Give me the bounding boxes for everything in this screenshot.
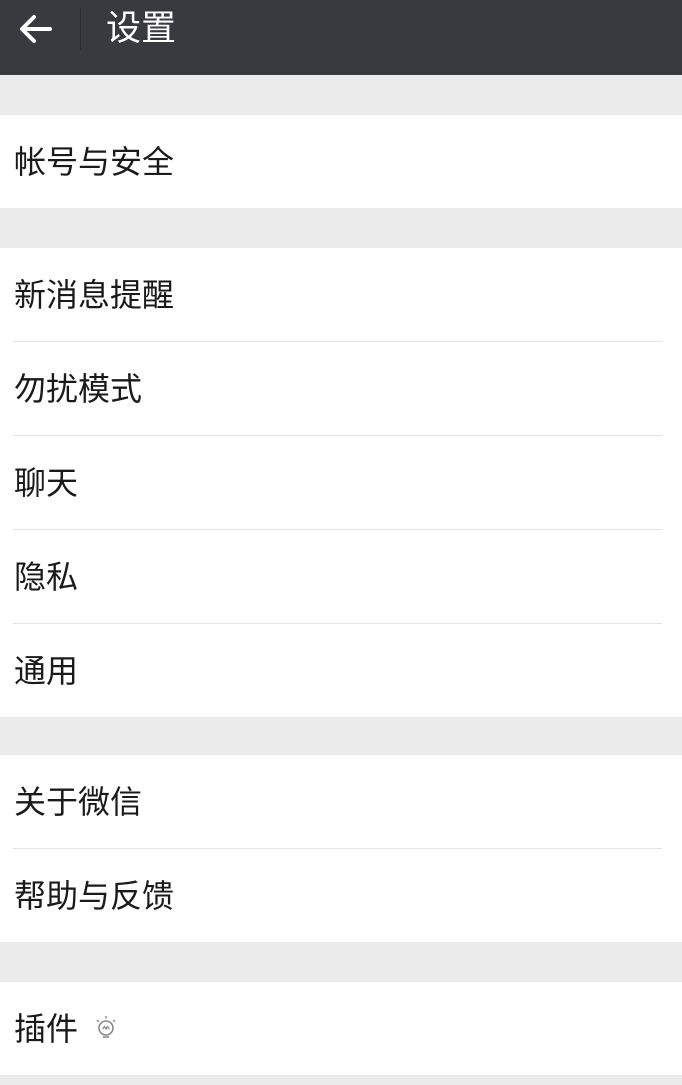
back-button[interactable]: [0, 0, 70, 58]
settings-item-about[interactable]: 关于微信: [0, 755, 682, 848]
settings-group-plugins: 插件: [0, 982, 682, 1075]
settings-item-label: 帮助与反馈: [14, 876, 175, 915]
settings-item-label: 帐号与安全: [14, 142, 175, 181]
lightbulb-icon: [94, 1015, 118, 1043]
settings-group-main: 新消息提醒 勿扰模式 聊天 隐私 通用: [0, 248, 682, 717]
settings-item-new-message-alerts[interactable]: 新消息提醒: [0, 248, 682, 341]
settings-item-label: 关于微信: [14, 782, 143, 821]
settings-item-label: 插件: [14, 1009, 79, 1048]
settings-item-privacy[interactable]: 隐私: [13, 529, 662, 623]
top-bar: 设置: [0, 0, 682, 75]
settings-group-about: 关于微信 帮助与反馈: [0, 755, 682, 942]
settings-item-general[interactable]: 通用: [13, 623, 662, 717]
settings-item-plugins[interactable]: 插件: [0, 982, 682, 1075]
settings-item-chat[interactable]: 聊天: [13, 435, 662, 529]
settings-item-label: 勿扰模式: [14, 369, 143, 408]
back-arrow-icon: [18, 14, 52, 44]
settings-item-label: 通用: [14, 651, 79, 690]
settings-item-label: 隐私: [14, 557, 79, 596]
settings-group-account: 帐号与安全: [0, 115, 682, 208]
settings-item-account-security[interactable]: 帐号与安全: [0, 115, 682, 208]
settings-item-label: 新消息提醒: [14, 275, 175, 314]
page-title: 设置: [106, 9, 177, 49]
header-divider: [80, 8, 81, 50]
settings-item-label: 聊天: [14, 463, 79, 502]
settings-item-help-feedback[interactable]: 帮助与反馈: [13, 848, 662, 942]
settings-item-do-not-disturb[interactable]: 勿扰模式: [13, 341, 662, 435]
